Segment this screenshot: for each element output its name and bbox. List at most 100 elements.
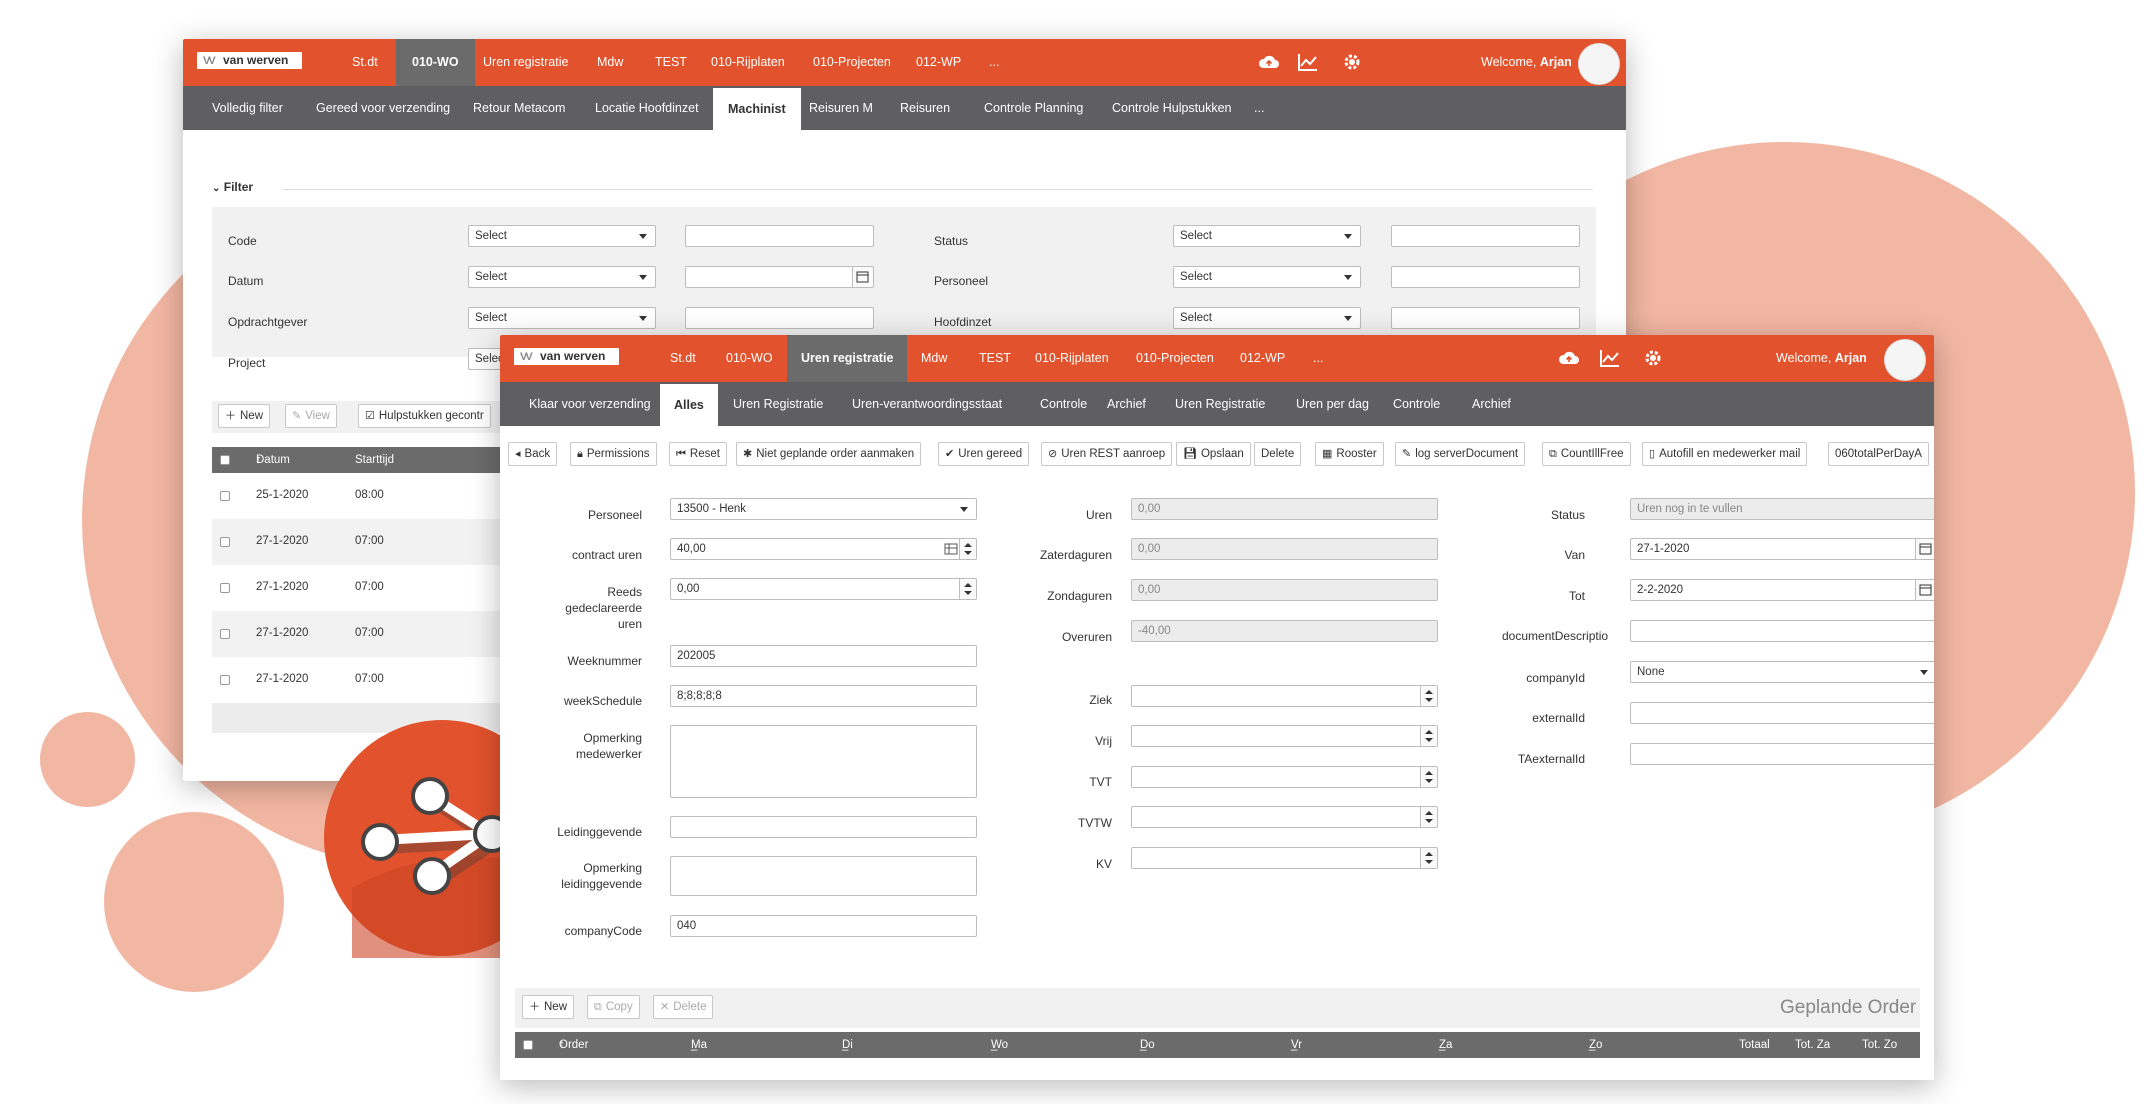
reeds-spinner[interactable] [959,579,976,599]
uren-rest-button[interactable]: ⊘ Uren REST aanroep [1041,442,1173,466]
back-nav-uren[interactable]: Uren registratie [483,39,568,86]
front-nav-012wp[interactable]: 012-WP [1240,335,1285,382]
chart-icon[interactable] [1297,52,1319,72]
back-tab-controle-planning[interactable]: Controle Planning [984,86,1083,130]
delete-button[interactable]: Delete [1254,442,1302,466]
filter-opdrachtgever-select[interactable]: Select [468,307,656,329]
back-tab-locatie[interactable]: Locatie Hoofdinzet [595,86,699,130]
row-checkbox[interactable] [220,491,230,501]
filter-personeel-input[interactable] [1391,266,1580,288]
cloud-upload-icon[interactable] [1258,52,1280,72]
hulpstukken-button[interactable]: ☑ Hulpstukken gecontr [358,404,491,428]
grid-delete-button[interactable]: ✕ Delete [653,995,714,1019]
count-ill-free-button[interactable]: ⧉ CountIllFree [1542,442,1631,466]
filter-status-input[interactable] [1391,225,1580,247]
grid-new-button[interactable]: ＋ New [522,995,575,1019]
row-checkbox[interactable] [220,675,230,685]
back-nav-mdw[interactable]: Mdw [597,39,623,86]
uren-gereed-button[interactable]: ✔ Uren gereed [938,442,1030,466]
grid-first-row[interactable] [515,1058,1920,1080]
back-avatar[interactable] [1578,43,1620,85]
front-tab-controle-2[interactable]: Controle [1393,382,1440,426]
col-datum[interactable]: Datum ↑ [256,447,290,473]
col-starttijd[interactable]: Starttijd [355,447,394,473]
vrij-input[interactable] [1131,725,1438,747]
row-checkbox[interactable] [220,629,230,639]
front-tab-klaar[interactable]: Klaar voor verzending [529,382,651,426]
grid-col-order[interactable]: Order ↑ [559,1032,588,1058]
cloud-upload-icon[interactable] [1558,348,1580,368]
total-per-day-button[interactable]: 060totalPerDayA [1828,442,1929,466]
opmerking-leidinggevende-textarea[interactable] [670,856,977,896]
grid-col-tot-zo[interactable]: Tot. Zo [1862,1032,1897,1058]
select-all-checkbox[interactable] [220,455,230,465]
grid-col-do[interactable]: Do _ [1140,1032,1155,1058]
filter-code-input[interactable] [685,225,874,247]
front-tab-archief-2[interactable]: Archief [1472,382,1511,426]
front-tab-uren-registratie[interactable]: Uren Registratie [733,382,823,426]
grid-col-zo[interactable]: Zo _ [1589,1032,1602,1058]
back-tab-gereed[interactable]: Gereed voor verzending [316,86,450,130]
back-logo[interactable]: VV van werven [197,52,302,69]
log-server-document-button[interactable]: ✎ log serverDocument [1395,442,1526,466]
contract-uren-spinner[interactable] [959,539,976,559]
gear-icon[interactable] [1642,348,1664,368]
back-tab-more[interactable]: ... [1254,86,1264,130]
document-description-input[interactable] [1630,620,1934,642]
calendar-icon[interactable] [1915,539,1934,559]
ziek-spinner[interactable] [1420,686,1437,706]
front-nav-test[interactable]: TEST [979,335,1011,382]
row-checkbox[interactable] [220,583,230,593]
contract-uren-input[interactable]: 40,00 [670,538,977,560]
filter-opdrachtgever-input[interactable] [685,307,874,329]
new-button[interactable]: ＋ New [218,404,271,428]
front-nav-uren[interactable]: Uren registratie [787,335,908,382]
calendar-icon[interactable] [1915,580,1934,600]
opmerking-medewerker-textarea[interactable] [670,725,977,798]
front-tab-uren-registratie-2[interactable]: Uren Registratie [1175,382,1265,426]
back-nav-projecten[interactable]: 010-Projecten [813,39,891,86]
front-nav-010wo[interactable]: 010-WO [726,335,773,382]
kv-spinner[interactable] [1420,848,1437,868]
ziek-input[interactable] [1131,685,1438,707]
filter-code-select[interactable]: Select [468,225,656,247]
grid-col-vr[interactable]: Vr _ [1291,1032,1302,1058]
back-nav-more[interactable]: ... [989,39,999,86]
front-logo[interactable]: VV van werven [514,348,619,365]
chart-icon[interactable] [1599,348,1621,368]
row-checkbox[interactable] [220,537,230,547]
front-tab-uren-per-dag[interactable]: Uren per dag [1296,382,1369,426]
back-tab-retour[interactable]: Retour Metacom [473,86,565,130]
front-nav-more[interactable]: ... [1313,335,1323,382]
back-tab-volledig[interactable]: Volledig filter [212,86,283,130]
back-tab-controle-hulpstukken[interactable]: Controle Hulpstukken [1112,86,1232,130]
personeel-select[interactable]: 13500 - Henk [670,498,977,520]
grid-select-all-checkbox[interactable] [523,1040,533,1050]
front-avatar[interactable] [1884,339,1926,381]
autofill-button[interactable]: ▯ Autofill en medewerker mail [1642,442,1808,466]
gear-icon[interactable] [1341,52,1363,72]
ta-external-id-input[interactable] [1630,743,1934,765]
weeknummer-input[interactable]: 202005 [670,645,977,667]
filter-personeel-select[interactable]: Select [1173,266,1361,288]
filter-toggle[interactable]: ⌄ Filter [212,180,253,194]
filter-datum-select[interactable]: Select [468,266,656,288]
grid-col-tot-za[interactable]: Tot. Za [1795,1032,1830,1058]
grid-copy-button[interactable]: ⧉ Copy [587,995,640,1019]
external-id-input[interactable] [1630,702,1934,724]
grid-col-ma[interactable]: Ma _ [691,1032,707,1058]
front-nav-mdw[interactable]: Mdw [921,335,947,382]
niet-geplande-order-button[interactable]: ✱ Niet geplande order aanmaken [736,442,922,466]
back-tab-machinist[interactable]: Machinist [713,88,801,130]
back-tab-reisuren[interactable]: Reisuren [900,86,950,130]
kv-input[interactable] [1131,847,1438,869]
reeds-gedeclareerde-input[interactable]: 0,00 [670,578,977,600]
van-date-input[interactable]: 27-1-2020 [1630,538,1934,560]
filter-hoofdinzet-select[interactable]: Select [1173,307,1361,329]
filter-hoofdinzet-input[interactable] [1391,307,1580,329]
back-nav-stdt[interactable]: St.dt [352,39,378,86]
tot-date-input[interactable]: 2-2-2020 [1630,579,1934,601]
grid-col-di[interactable]: Di _ [842,1032,853,1058]
permissions-button[interactable]: 🔒︎ Permissions [570,442,657,466]
calendar-icon[interactable] [852,267,873,287]
